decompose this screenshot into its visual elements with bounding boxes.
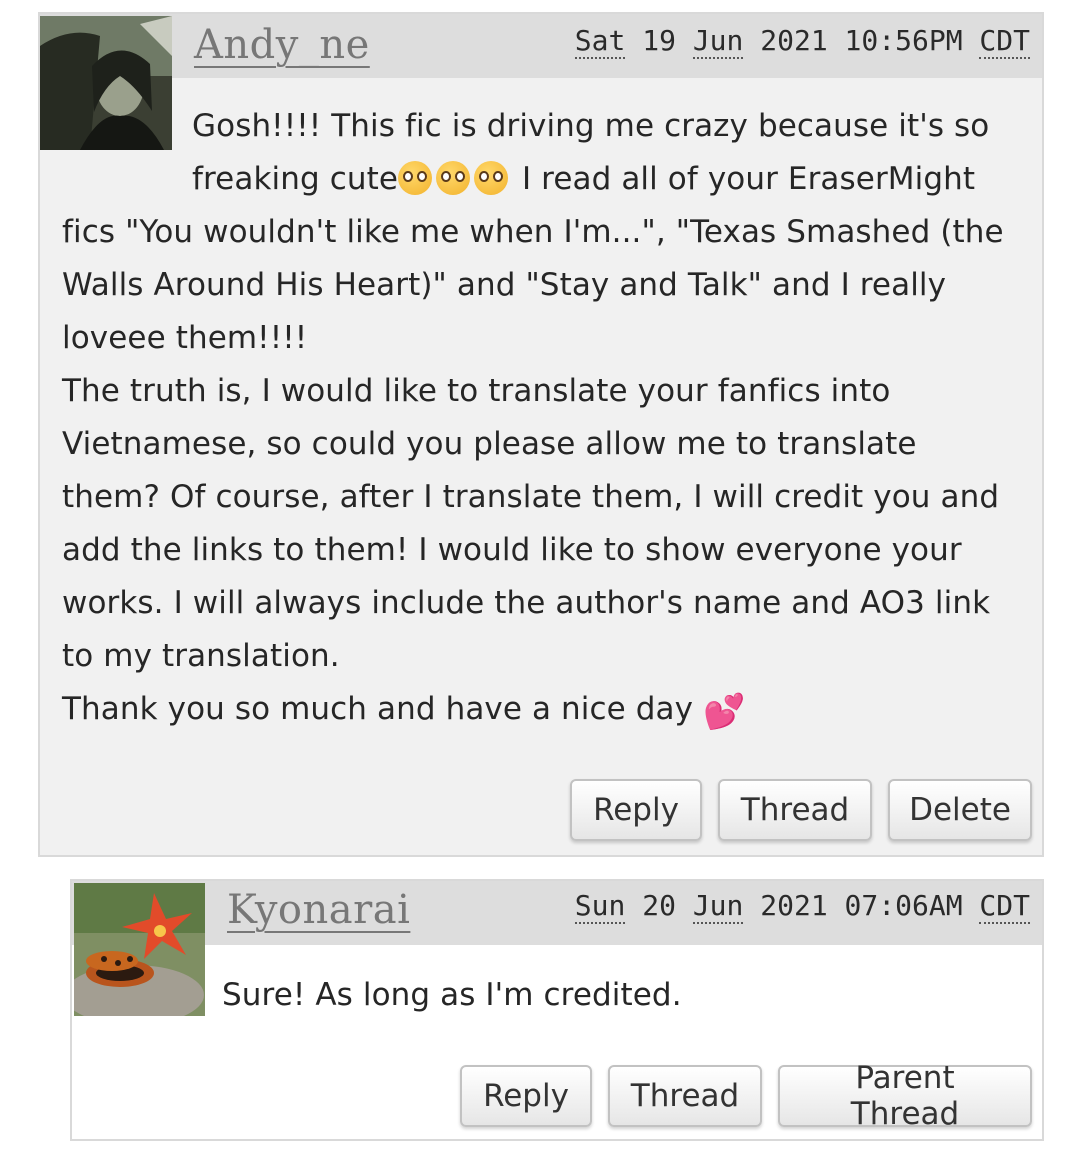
delete-button[interactable]: Delete <box>888 779 1032 841</box>
user-avatar[interactable] <box>40 16 172 150</box>
thread-button[interactable]: Thread <box>718 779 872 841</box>
thread-button[interactable]: Thread <box>608 1065 762 1127</box>
pleading-face-emoji <box>398 161 433 195</box>
comment-datetime: Sun 20 Jun 2021 07:06AM CDT <box>574 889 1030 924</box>
weekday: Sun <box>574 889 626 924</box>
comment-heading: Andy_ne Sat 19 Jun 2021 10:56PM CDT <box>40 14 1042 78</box>
avatar-image <box>74 883 205 1016</box>
month: Jun <box>692 24 744 59</box>
comment-andy-ne: Andy_ne Sat 19 Jun 2021 10:56PM CDT Gosh… <box>38 12 1044 857</box>
time: 10:56PM <box>844 24 963 57</box>
author-link[interactable]: Kyonarai <box>227 887 410 933</box>
comment-text: Sure! As long as I'm credited. <box>222 977 682 1013</box>
comment-text-2: The truth is, I would like to translate … <box>62 373 1000 674</box>
year: 2021 <box>760 889 828 922</box>
day-of-month: 19 <box>642 24 676 57</box>
comment-body: Sure! As long as I'm credited. <box>222 970 1024 1020</box>
year: 2021 <box>760 24 828 57</box>
comment-heading: Kyonarai Sun 20 Jun 2021 07:06AM CDT <box>72 881 1042 945</box>
comment-body: Gosh!!!! This fic is driving me crazy be… <box>62 100 1024 739</box>
parent-thread-button[interactable]: Parent Thread <box>778 1060 1032 1132</box>
day-of-month: 20 <box>642 889 676 922</box>
two-hearts-emoji: 💕 <box>703 692 746 732</box>
pleading-face-emoji <box>436 161 471 195</box>
author-link[interactable]: Andy_ne <box>194 22 370 68</box>
avatar-image <box>40 16 172 150</box>
timezone: CDT <box>979 889 1030 924</box>
user-avatar[interactable] <box>74 883 205 1016</box>
comment-actions: Reply Thread Parent Thread <box>460 1060 1032 1132</box>
comment-text-3: Thank you so much and have a nice day <box>62 691 704 727</box>
time: 07:06AM <box>844 889 963 922</box>
pleading-face-emoji <box>474 161 509 195</box>
timezone: CDT <box>979 24 1030 59</box>
reply-button[interactable]: Reply <box>570 779 702 841</box>
reply-button[interactable]: Reply <box>460 1065 592 1127</box>
comment-datetime: Sat 19 Jun 2021 10:56PM CDT <box>574 24 1030 59</box>
comment-actions: Reply Thread Delete <box>570 779 1032 841</box>
comment-kyonarai: Kyonarai Sun 20 Jun 2021 07:06AM CDT Sur… <box>70 879 1044 1141</box>
month: Jun <box>692 889 744 924</box>
weekday: Sat <box>574 24 626 59</box>
